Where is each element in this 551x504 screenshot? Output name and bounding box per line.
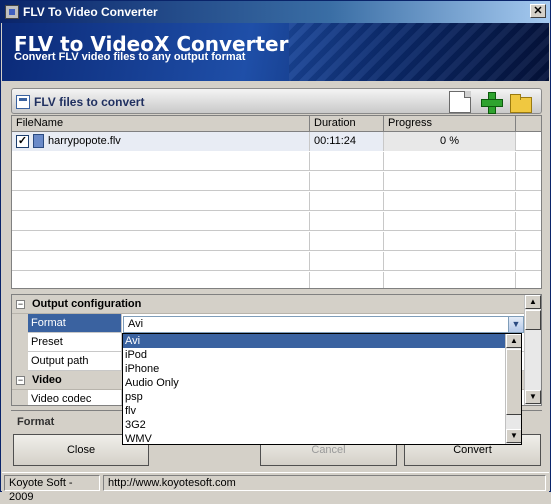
- row-checkbox[interactable]: ✓: [16, 135, 29, 148]
- progress-cell: 0 %: [384, 132, 516, 151]
- format-options-list[interactable]: Avi iPod iPhone Audio Only psp flv 3G2 W…: [122, 333, 522, 445]
- window-title: FLV To Video Converter: [23, 5, 158, 19]
- video-codec-label: Video codec: [28, 390, 122, 405]
- column-header-duration[interactable]: Duration: [310, 116, 384, 132]
- scroll-up-icon[interactable]: ▲: [506, 334, 521, 348]
- column-header-filename[interactable]: FileName: [12, 116, 310, 132]
- format-dropdown[interactable]: Avi ▼: [123, 316, 524, 333]
- files-section-header: FLV files to convert: [11, 88, 542, 114]
- table-row: [12, 152, 541, 171]
- table-row: [12, 172, 541, 191]
- column-header-spare: [516, 116, 541, 132]
- add-file-icon[interactable]: [480, 91, 503, 114]
- header-banner: FLV to VideoX Converter Convert FLV vide…: [2, 23, 549, 81]
- scroll-down-icon[interactable]: ▼: [506, 429, 521, 443]
- collapse-toggle-icon[interactable]: −: [16, 376, 25, 385]
- collapse-toggle-icon[interactable]: −: [16, 300, 25, 309]
- status-company: Koyote Soft - 2009: [4, 475, 100, 503]
- scroll-up-icon[interactable]: ▲: [525, 295, 541, 309]
- format-option-flv[interactable]: flv: [123, 404, 505, 418]
- description-label: Format: [17, 416, 55, 428]
- format-option-wmv[interactable]: WMV: [123, 432, 505, 444]
- chevron-down-icon[interactable]: ▼: [508, 317, 523, 332]
- config-scrollbar[interactable]: ▲ ▼: [524, 295, 541, 405]
- column-header-progress[interactable]: Progress: [384, 116, 516, 132]
- files-section-title: FLV files to convert: [34, 95, 145, 109]
- table-row: [12, 232, 541, 251]
- table-row[interactable]: ✓ harrypopote.flv 00:11:24 0 %: [12, 132, 541, 151]
- list-icon: [16, 95, 30, 109]
- table-row: [12, 192, 541, 211]
- format-option-3g2[interactable]: 3G2: [123, 418, 505, 432]
- app-icon: [5, 5, 19, 19]
- format-option-audio-only[interactable]: Audio Only: [123, 376, 505, 390]
- format-option-iphone[interactable]: iPhone: [123, 362, 505, 376]
- new-document-icon[interactable]: [449, 91, 471, 113]
- filename-text: harrypopote.flv: [48, 135, 121, 147]
- category-output-configuration[interactable]: − Output configuration: [12, 295, 524, 314]
- format-label[interactable]: Format: [28, 314, 122, 333]
- video-file-icon: [33, 134, 44, 148]
- preset-label: Preset: [28, 333, 122, 352]
- scroll-thumb[interactable]: [506, 349, 521, 415]
- status-bar: Koyote Soft - 2009 http://www.koyotesoft…: [2, 472, 549, 503]
- format-option-psp[interactable]: psp: [123, 390, 505, 404]
- close-window-button[interactable]: ✕: [530, 4, 546, 18]
- category-label: Output configuration: [32, 298, 142, 310]
- format-value: Avi: [128, 318, 144, 330]
- banner-subtitle: Convert FLV video files to any output fo…: [14, 51, 246, 63]
- table-row: [12, 212, 541, 231]
- table-row: [12, 252, 541, 271]
- open-folder-icon[interactable]: [509, 91, 532, 113]
- main-window: FLV To Video Converter ✕ FLV to VideoX C…: [0, 0, 551, 503]
- format-option-ipod[interactable]: iPod: [123, 348, 505, 362]
- scroll-thumb[interactable]: [525, 310, 541, 330]
- output-path-label: Output path: [28, 352, 122, 371]
- filename-cell: ✓ harrypopote.flv: [12, 132, 310, 151]
- category-label: Video: [32, 374, 62, 386]
- dropdown-scrollbar[interactable]: ▲ ▼: [505, 334, 521, 444]
- duration-cell: 00:11:24: [310, 132, 384, 151]
- grid-header: FileName Duration Progress: [12, 116, 541, 132]
- title-bar[interactable]: FLV To Video Converter ✕: [1, 1, 550, 23]
- table-row: [12, 272, 541, 288]
- format-option-avi[interactable]: Avi: [123, 334, 505, 348]
- scroll-down-icon[interactable]: ▼: [525, 390, 541, 404]
- files-grid[interactable]: FileName Duration Progress ✓ harrypopote…: [11, 115, 542, 289]
- status-url-link[interactable]: http://www.koyotesoft.com: [103, 475, 546, 491]
